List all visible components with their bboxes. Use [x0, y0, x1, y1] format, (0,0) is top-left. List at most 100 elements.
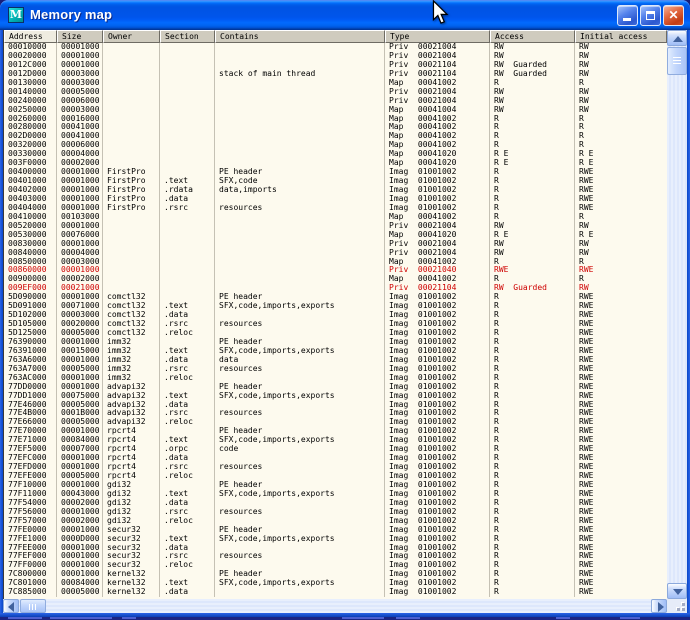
table-row[interactable]: 77E4600000005000advapi32.dataImag 010010… — [4, 401, 667, 410]
minimize-button[interactable] — [617, 5, 638, 26]
table-row[interactable]: 0084000000004000Priv 00021004RWRW — [4, 249, 667, 258]
table-row[interactable]: 5D09000000001000comctl32PE headerImag 01… — [4, 293, 667, 302]
table-row[interactable]: 77FE000000001000secur32PE headerImag 010… — [4, 526, 667, 535]
cell-section: .rsrc — [160, 508, 215, 517]
cell-size: 00002000 — [57, 275, 103, 284]
arrow-right-icon — [658, 602, 664, 612]
table-row[interactable]: 0012C00000001000Priv 00021104RW GuardedR… — [4, 61, 667, 70]
maximize-button[interactable] — [640, 5, 661, 26]
table-row[interactable]: 0002000000001000Priv 00021004RWRW — [4, 52, 667, 61]
table-row[interactable]: 77FE10000000D000secur32.textSFX,code,imp… — [4, 535, 667, 544]
table-row[interactable]: 0032000000006000Map 00041002RR — [4, 141, 667, 150]
cell-type: Imag 01001002 — [385, 579, 490, 588]
table-row[interactable]: 77DD000000001000advapi32PE headerImag 01… — [4, 383, 667, 392]
titlebar[interactable]: M Memory map ✕ — [0, 0, 690, 30]
cell-address: 7C801000 — [4, 579, 57, 588]
cell-section: .rsrc — [160, 463, 215, 472]
table-row[interactable]: 763A600000001000imm32.datadataImag 01001… — [4, 356, 667, 365]
horizontal-scrollbar[interactable] — [3, 599, 667, 613]
table-row[interactable]: 0040000000001000FirstProPE headerImag 01… — [4, 168, 667, 177]
table-row[interactable]: 0033000000004000Map 00041020R ER E — [4, 150, 667, 159]
close-button[interactable]: ✕ — [663, 5, 684, 26]
table-row[interactable]: 77EFC00000001000rpcrt4.dataImag 01001002… — [4, 454, 667, 463]
table-row[interactable]: 77E7100000084000rpcrt4.textSFX,code,impo… — [4, 436, 667, 445]
table-row[interactable]: 0025000000003000Map 00041004RWRW — [4, 106, 667, 115]
table-row[interactable]: 77EFE00000005000rpcrt4.relocImag 0100100… — [4, 472, 667, 481]
table-row[interactable]: 77FF000000001000secur32.relocImag 010010… — [4, 561, 667, 570]
table-row[interactable]: 0052000000001000Priv 00021004RWRW — [4, 222, 667, 231]
table-row[interactable]: 77F1100000043000gdi32.textSFX,code,impor… — [4, 490, 667, 499]
cell-access: RW — [490, 97, 575, 106]
table-row[interactable]: 009EF00000021000Priv 00021104RW GuardedR… — [4, 284, 667, 293]
column-header-owner[interactable]: Owner — [103, 30, 160, 43]
table-row[interactable]: 5D10500000020000comctl32.rsrcresourcesIm… — [4, 320, 667, 329]
table-row[interactable]: 7C80100000084000kernel32.textSFX,code,im… — [4, 579, 667, 588]
table-row[interactable]: 0013000000003000Map 00041002RR — [4, 79, 667, 88]
table-row[interactable]: 5D10200000003000comctl32.dataImag 010010… — [4, 311, 667, 320]
column-header-size[interactable]: Size — [57, 30, 103, 43]
table-row[interactable]: 0026000000016000Map 00041002RR — [4, 115, 667, 124]
column-header-contains[interactable]: Contains — [215, 30, 385, 43]
table-row[interactable]: 0028000000041000Map 00041002RR — [4, 123, 667, 132]
cell-type: Imag 01001002 — [385, 311, 490, 320]
table-row[interactable]: 77F5700000002000gdi32.relocImag 01001002… — [4, 517, 667, 526]
table-row[interactable]: 0014000000005000Priv 00021004RWRW — [4, 88, 667, 97]
table-row[interactable]: 7C80000000001000kernel32PE headerImag 01… — [4, 570, 667, 579]
table-row[interactable]: 0012D00000003000stack of main threadPriv… — [4, 70, 667, 79]
table-row[interactable]: 763A700000005000imm32.rsrcresourcesImag … — [4, 365, 667, 374]
table-row[interactable]: 0001000000001000Priv 00021004RWRW — [4, 43, 667, 52]
table-row[interactable]: 0085000000003000Map 00041002RR — [4, 258, 667, 267]
cell-access: R — [490, 517, 575, 526]
cell-address: 76390000 — [4, 338, 57, 347]
table-row[interactable]: 77E7000000001000rpcrt4PE headerImag 0100… — [4, 427, 667, 436]
column-header-type[interactable]: Type — [385, 30, 490, 43]
table-row[interactable]: 77E6600000005000advapi32.relocImag 01001… — [4, 418, 667, 427]
table-row[interactable]: 0040400000001000FirstPro.rsrcresourcesIm… — [4, 204, 667, 213]
table-row[interactable]: 0053000000076000Map 00041020R ER E — [4, 231, 667, 240]
table-row[interactable]: 0041000000103000Map 00041002RR — [4, 213, 667, 222]
table-row[interactable]: 0040300000001000FirstPro.dataImag 010010… — [4, 195, 667, 204]
table-row[interactable]: 5D12500000005000comctl32.relocImag 01001… — [4, 329, 667, 338]
table-row[interactable]: 0086000000001000Priv 00021040RWERWE — [4, 266, 667, 275]
cell-access: R E — [490, 231, 575, 240]
table-row[interactable]: 7639100000015000imm32.textSFX,code,impor… — [4, 347, 667, 356]
table-row[interactable]: 77F5600000001000gdi32.rsrcresourcesImag … — [4, 508, 667, 517]
table-row[interactable]: 77FEF00000001000secur32.rsrcresourcesIma… — [4, 552, 667, 561]
horizontal-scrollbar-thumb[interactable] — [20, 599, 46, 613]
scroll-left-button[interactable] — [3, 599, 19, 613]
table-row[interactable]: 77F5400000002000gdi32.dataImag 01001002R… — [4, 499, 667, 508]
cell-section — [160, 168, 215, 177]
table-row[interactable]: 7C88500000005000kernel32.dataImag 010010… — [4, 588, 667, 597]
table-row[interactable]: 7639000000001000imm32PE headerImag 01001… — [4, 338, 667, 347]
table-row[interactable]: 77EFD00000001000rpcrt4.rsrcresourcesImag… — [4, 463, 667, 472]
table-row[interactable]: 77EF500000007000rpcrt4.orpccodeImag 0100… — [4, 445, 667, 454]
table-row[interactable]: 77E4B0000001B000advapi32.rsrcresourcesIm… — [4, 409, 667, 418]
table-row[interactable]: 77DD100000075000advapi32.textSFX,code,im… — [4, 392, 667, 401]
table-row[interactable]: 0083000000001000Priv 00021004RWRW — [4, 240, 667, 249]
table-row[interactable]: 003F000000002000Map 00041020R ER E — [4, 159, 667, 168]
table-row[interactable]: 77FEE00000001000secur32.dataImag 0100100… — [4, 544, 667, 553]
table-row[interactable]: 0040200000001000FirstPro.rdatadata,impor… — [4, 186, 667, 195]
resize-grip[interactable] — [667, 599, 687, 613]
vertical-scrollbar-thumb[interactable] — [667, 47, 687, 75]
table-row[interactable]: 0024000000006000Priv 00021004RWRW — [4, 97, 667, 106]
column-header-section[interactable]: Section — [160, 30, 215, 43]
table-row[interactable]: 0040100000001000FirstPro.textSFX,codeIma… — [4, 177, 667, 186]
app-icon[interactable]: M — [8, 7, 24, 23]
cell-size: 00005000 — [57, 401, 103, 410]
table-row[interactable]: 77F1000000001000gdi32PE headerImag 01001… — [4, 481, 667, 490]
scroll-right-button[interactable] — [651, 599, 667, 613]
cell-size: 00002000 — [57, 499, 103, 508]
cell-type: Imag 01001002 — [385, 552, 490, 561]
vertical-scrollbar[interactable] — [667, 30, 687, 599]
column-header-initial-access[interactable]: Initial access — [575, 30, 667, 43]
column-header-address[interactable]: Address — [4, 30, 57, 43]
table-row[interactable]: 5D09100000071000comctl32.textSFX,code,im… — [4, 302, 667, 311]
scroll-up-button[interactable] — [667, 30, 687, 46]
table-row[interactable]: 0090000000002000Map 00041002RR — [4, 275, 667, 284]
scroll-down-button[interactable] — [667, 583, 687, 599]
cell-section: .rsrc — [160, 552, 215, 561]
column-header-access[interactable]: Access — [490, 30, 575, 43]
table-row[interactable]: 002D000000041000Map 00041002RR — [4, 132, 667, 141]
table-row[interactable]: 763AC00000001000imm32.relocImag 01001002… — [4, 374, 667, 383]
